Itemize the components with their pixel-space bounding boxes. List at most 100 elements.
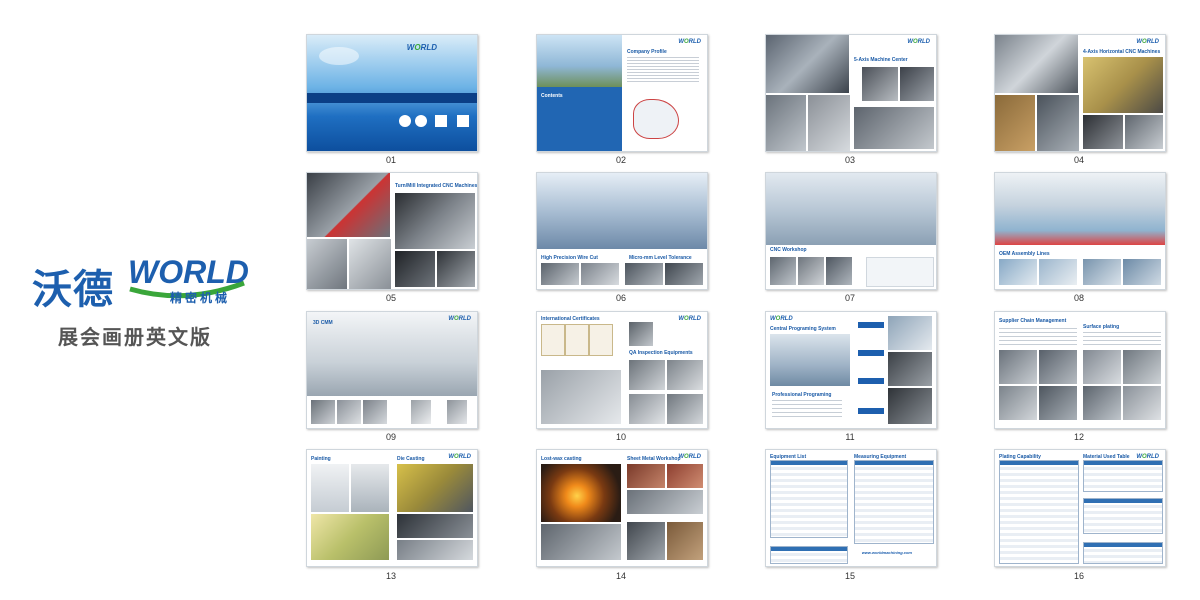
page-header: 5-Axis Machine Center xyxy=(854,57,908,63)
page-thumbnail-04[interactable]: 4-Axis Horizontal CNC Machines WORLD xyxy=(994,34,1166,152)
cert-badge xyxy=(415,115,427,127)
photo-machine xyxy=(1083,57,1163,113)
brand-name-cn: 沃德 xyxy=(32,267,114,313)
photo-machine xyxy=(395,193,475,249)
page-number: 04 xyxy=(1073,155,1084,165)
cover-band xyxy=(307,93,477,103)
photo-assembly xyxy=(1083,259,1121,285)
page-header: International Certificates xyxy=(541,316,600,322)
photo-instrument xyxy=(629,360,665,390)
page-logo: WORLD xyxy=(678,454,701,460)
material-table xyxy=(1083,542,1163,564)
page-thumbnail-14[interactable]: Lost-wax casting Sheet Metal Workshop WO… xyxy=(536,449,708,567)
photo-instrument xyxy=(629,394,665,424)
photo-machine xyxy=(766,35,849,93)
photo-part xyxy=(541,263,579,285)
page-number: 01 xyxy=(385,155,396,165)
photo-machine xyxy=(862,67,898,101)
photo-part xyxy=(311,400,335,424)
photo-plating xyxy=(1123,386,1161,420)
logo-text: WORLD xyxy=(128,254,249,290)
page-header-secondary: Surface plating xyxy=(1083,324,1120,330)
photo-die-casting xyxy=(397,514,473,538)
photo-quality-control xyxy=(541,370,621,424)
page-thumbnail-01[interactable]: WORLD xyxy=(306,34,478,152)
page-number: 12 xyxy=(1073,432,1084,442)
photo-cnc-panel xyxy=(888,388,932,424)
page-thumbnail-11[interactable]: WORLD Central Programing System Professi… xyxy=(765,311,937,429)
brand-block: 沃德 WORLD 精密机械 展会画册英文版 xyxy=(28,254,288,365)
page-header: 3D CMM xyxy=(313,320,333,326)
page-number: 10 xyxy=(615,432,626,442)
page-header: 4-Axis Horizontal CNC Machines xyxy=(1083,49,1161,55)
photo-plating xyxy=(1123,350,1161,384)
cover-logo: WORLD xyxy=(406,43,437,52)
photo-plating xyxy=(999,386,1037,420)
page-thumbnail-03[interactable]: 5-Axis Machine Center WORLD xyxy=(765,34,937,152)
photo-assembly xyxy=(995,173,1165,245)
photo-operator xyxy=(888,316,932,350)
photo-part xyxy=(397,540,473,560)
photo-machine xyxy=(995,35,1078,93)
page-thumbnail-07[interactable]: CNC Workshop xyxy=(765,172,937,290)
page-logo: WORLD xyxy=(448,454,471,460)
photo-assembly xyxy=(1123,259,1161,285)
text-block xyxy=(627,57,699,83)
page-header-secondary: Contents xyxy=(541,93,563,99)
text-block xyxy=(772,400,842,420)
certificate xyxy=(589,324,613,356)
photo-part xyxy=(395,251,435,287)
photo-castings xyxy=(541,524,621,560)
page-logo: WORLD xyxy=(1136,39,1159,45)
photo-lost-wax-casting xyxy=(541,464,621,522)
photo-part xyxy=(363,400,387,424)
photo-machine xyxy=(307,173,390,237)
page-thumbnail-12[interactable]: Supplier Chain Management Surface platin… xyxy=(994,311,1166,429)
photo-part xyxy=(798,257,824,285)
page-thumbnail-15[interactable]: Equipment List Measuring Equipment www.w… xyxy=(765,449,937,567)
photo-machine xyxy=(307,239,347,289)
photo-part xyxy=(337,400,361,424)
page-header-secondary: Micro-mm Level Tolerance xyxy=(629,255,692,261)
world-map-graphic xyxy=(319,47,359,65)
photo-assembly xyxy=(999,259,1037,285)
website-url: www.worldmachining.com xyxy=(861,550,912,555)
measuring-table xyxy=(854,460,934,544)
page-number: 16 xyxy=(1073,571,1084,581)
page-thumbnail-05[interactable]: Turn/Mill Integrated CNC Machines xyxy=(306,172,478,290)
photo-instrument xyxy=(667,394,703,424)
page-logo: WORLD xyxy=(678,316,701,322)
page-thumbnail-09[interactable]: 3D CMM WORLD xyxy=(306,311,478,429)
page-header: CNC Workshop xyxy=(770,247,807,253)
flow-step xyxy=(858,350,884,356)
page-header: Turn/Mill Integrated CNC Machines xyxy=(395,183,478,189)
photo-machine xyxy=(900,67,934,101)
page-logo: WORLD xyxy=(770,316,793,322)
photo-instrument xyxy=(411,400,431,424)
page-number: 03 xyxy=(844,155,855,165)
page-thumbnail-16[interactable]: Plating Capability Material Used Table W… xyxy=(994,449,1166,567)
page-thumbnail-02[interactable]: Contents Company Profile WORLD xyxy=(536,34,708,152)
page-number: 11 xyxy=(845,432,855,442)
material-table xyxy=(1083,498,1163,534)
photo-painting xyxy=(311,464,349,512)
photo-machine xyxy=(808,95,850,151)
page-number: 02 xyxy=(615,155,626,165)
photo-plating xyxy=(1039,386,1077,420)
page-thumbnail-13[interactable]: Painting Die Casting WORLD xyxy=(306,449,478,567)
flow-step xyxy=(858,322,884,328)
photo-sheet-metal xyxy=(627,464,665,488)
photo-machine xyxy=(766,95,806,151)
photo-factory xyxy=(537,35,622,87)
page-number: 13 xyxy=(385,571,396,581)
photo-part xyxy=(625,263,663,285)
brand-logos-panel xyxy=(866,257,934,287)
brochure-title: 展会画册英文版 xyxy=(58,325,212,349)
page-thumbnail-10[interactable]: International Certificates QA Inspection… xyxy=(536,311,708,429)
page-thumbnail-08[interactable]: OEM Assembly Lines xyxy=(994,172,1166,290)
certificate xyxy=(565,324,589,356)
photo-plating xyxy=(999,350,1037,384)
material-table xyxy=(1083,460,1163,492)
page-thumbnail-06[interactable]: High Precision Wire Cut Micro-mm Level T… xyxy=(536,172,708,290)
page-header: Central Programing System xyxy=(770,326,836,332)
